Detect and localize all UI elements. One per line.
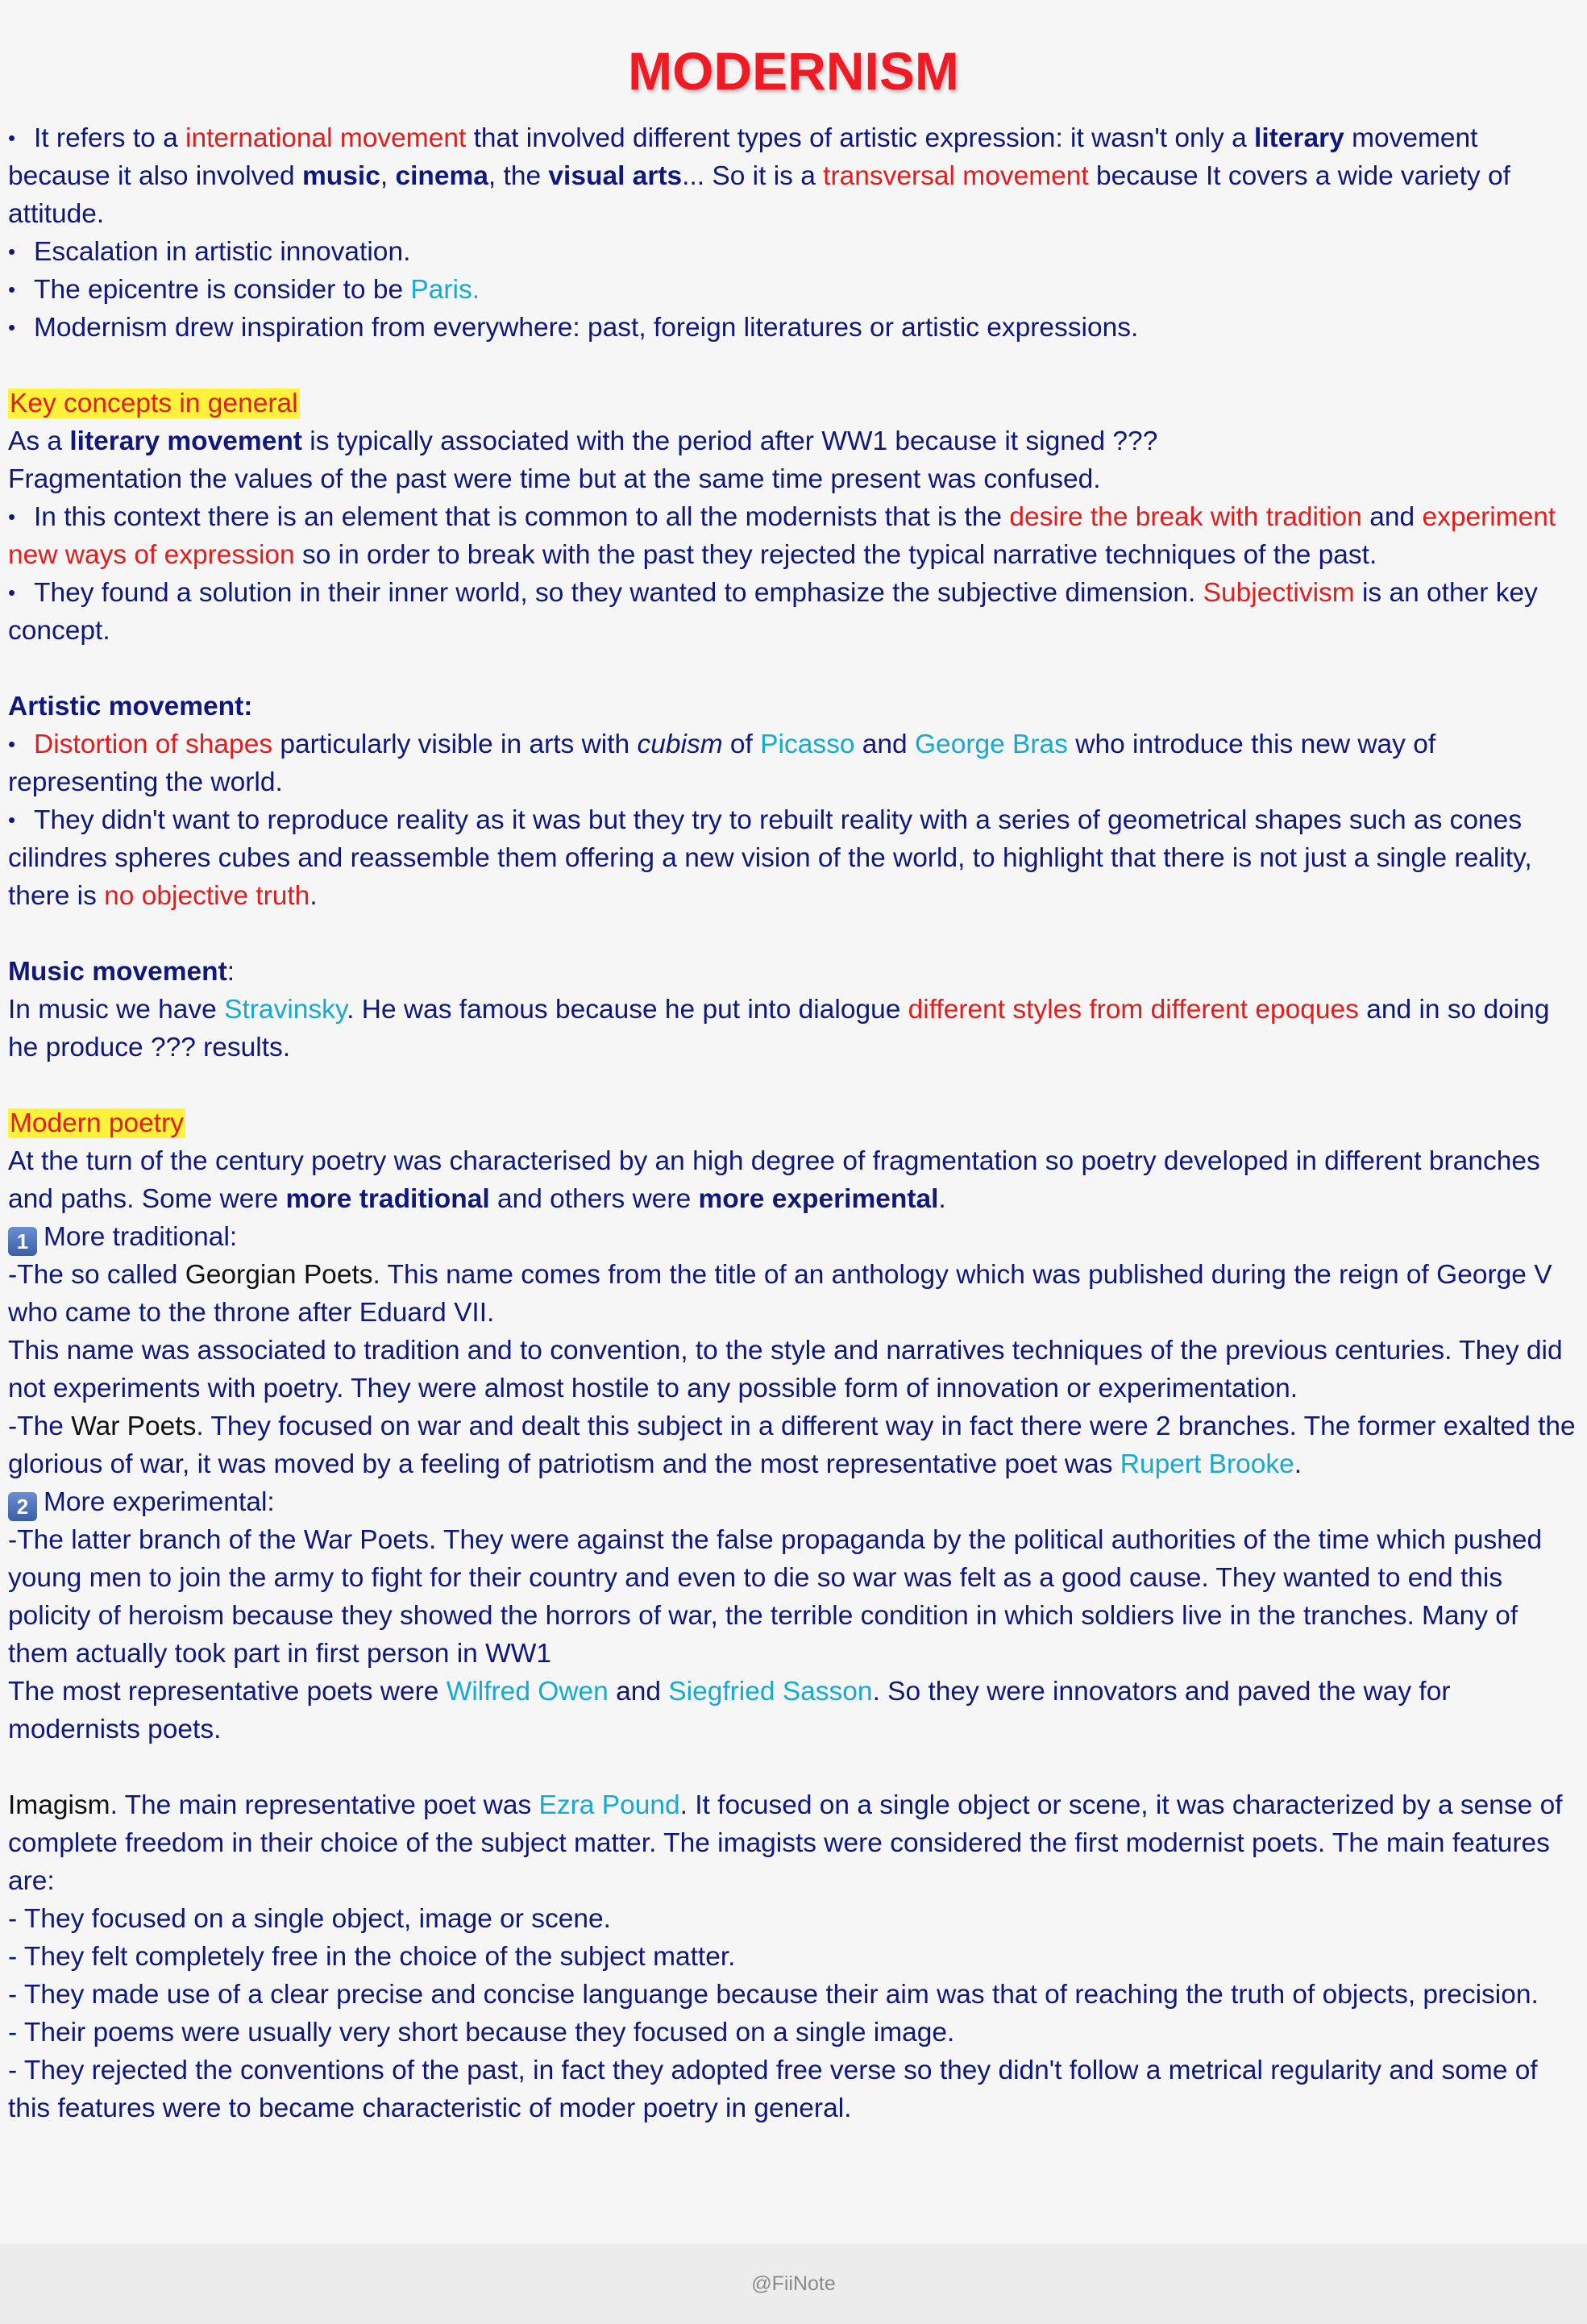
key-bullet-2: • They found a solution in their inner wo… [8,574,1579,650]
poetry-line-3: This name was associated to tradition an… [8,1336,1563,1403]
intro-bullet-4: • Modernism drew inspiration from everywh… [8,309,1579,347]
intro-bullet-1: • It refers to a international movement t… [8,119,1579,233]
section-heading-music: Music movement: [8,957,235,987]
bullet-dot-icon: • [8,808,16,832]
bullet-dot-icon: • [8,505,16,529]
bullet-dot-icon: • [8,732,16,756]
poetry-line-1: At the turn of the century poetry was ch… [8,1146,1540,1214]
note-page: MODERNISM • It refers to a international … [0,0,1587,2241]
key-line-1: As a literary movement is typically asso… [8,426,1158,456]
poetry-line-2: -The so called Georgian Poets. This name… [8,1260,1552,1328]
section-heading-artistic: Artistic movement: [8,692,253,721]
section-heading-modern-poetry: Modern poetry [8,1108,185,1138]
imagism-list-item: - They rejected the conventions of the p… [8,2056,1538,2123]
imagism-list-item: - They felt completely free in the choic… [8,1942,736,1972]
imagism-list-item: - They made use of a clear precise and c… [8,1980,1539,2010]
bullet-dot-icon: • [8,239,16,264]
key-line-2: Fragmentation the values of the past wer… [8,464,1101,494]
bullet-dot-icon: • [8,580,16,605]
footer-watermark: @FiiNote [0,2243,1587,2324]
intro-bullet-2: • Escalation in artistic innovation. [8,233,1579,271]
key-bullet-1: • In this context there is an element tha… [8,498,1579,574]
poetry-line-5: -The latter branch of the War Poets. The… [8,1525,1543,1669]
poetry-subheading-traditional: 1 More traditional: [8,1218,1579,1256]
poetry-subheading-experimental: 2 More experimental: [8,1483,1579,1521]
keycap-one-icon: 1 [8,1227,37,1256]
music-line-1: In music we have Stravinsky. He was famo… [8,995,1550,1062]
intro-bullet-3: • The epicentre is consider to be Paris. [8,271,1579,309]
page-title: MODERNISM [628,41,959,101]
bullet-dot-icon: • [8,277,16,301]
imagism-list-item: - Their poems were usually very short be… [8,2018,955,2048]
bullet-dot-icon: • [8,315,16,339]
keycap-two-icon: 2 [8,1492,37,1521]
imagism-line-1: Imagism. The main representative poet wa… [8,1790,1563,1896]
imagism-list-item: - They focused on a single object, image… [8,1904,611,1934]
artistic-bullet-1: • Distortion of shapes particularly visib… [8,725,1579,801]
bullet-dot-icon: • [8,126,16,150]
poetry-line-4: -The War Poets. They focused on war and … [8,1411,1576,1479]
poetry-line-6: The most representative poets were Wilfr… [8,1677,1451,1744]
section-heading-key-concepts: Key concepts in general [8,389,300,418]
artistic-bullet-2: • They didn't want to reproduce reality a… [8,801,1579,915]
